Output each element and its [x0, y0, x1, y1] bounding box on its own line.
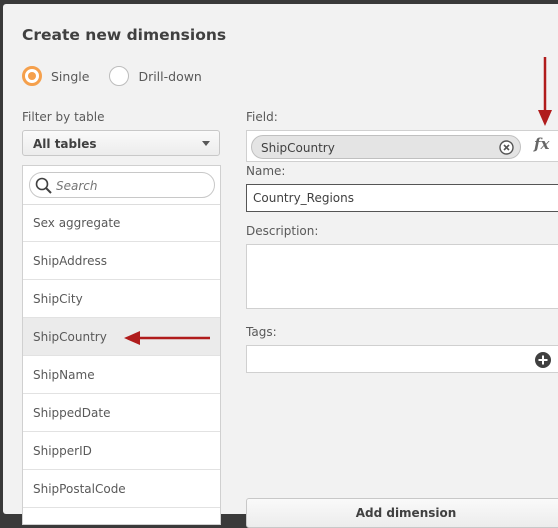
annotation-arrow-left	[124, 331, 210, 345]
annotation-overlay	[124, 57, 552, 345]
annotation-arrow-down	[538, 57, 552, 126]
